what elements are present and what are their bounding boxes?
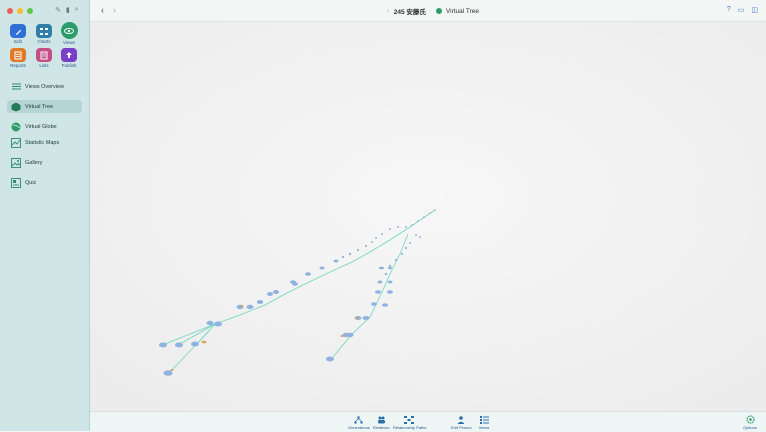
- options-button[interactable]: Options: [742, 415, 758, 430]
- window-controls: [7, 8, 33, 14]
- sidebar-toolbar: ✎ ▮ ⌕: [55, 6, 79, 14]
- relationship-paths-button[interactable]: Relationship Paths: [393, 415, 427, 430]
- module-label: Views: [63, 40, 75, 45]
- view-icon: [435, 8, 442, 14]
- module-reports[interactable]: Reports: [8, 48, 28, 68]
- pin-icon[interactable]: ✎: [55, 6, 61, 14]
- module-label: Lists: [39, 63, 49, 68]
- sidebar: ✎ ▮ ⌕ Edit Charts Views Reports Lists Pu…: [0, 0, 90, 431]
- tree-cube-icon: [11, 102, 21, 112]
- module-lists[interactable]: Lists: [34, 48, 54, 68]
- list-icon: [11, 82, 21, 92]
- edit-person-label: Edit Person: [451, 425, 472, 430]
- reports-icon: [10, 48, 26, 62]
- publish-icon: [61, 48, 77, 62]
- quiz-icon: [11, 177, 21, 188]
- generations-icon: [348, 415, 368, 424]
- generations-label: Generations: [348, 425, 370, 430]
- sidebar-item-label: Virtual Tree: [25, 103, 54, 110]
- sidebar-item-gallery[interactable]: Gallery: [7, 156, 82, 169]
- virtual-tree-canvas[interactable]: [90, 22, 766, 411]
- eye-icon: [60, 22, 78, 39]
- bookmark-icon[interactable]: ▮: [66, 6, 70, 14]
- options-label: Options: [743, 425, 757, 430]
- module-charts[interactable]: Charts: [34, 24, 54, 44]
- image-icon: [11, 157, 21, 168]
- sidebar-item-virtual-globe[interactable]: Virtual Globe: [7, 120, 82, 133]
- sidebar-item-label: Virtual Globe: [25, 123, 57, 130]
- map-icon: [11, 137, 21, 148]
- window-title: ♀ 245 安藤氏 Virtual Tree: [386, 6, 480, 17]
- bottom-toolbar: Generations Relatives Relationship Paths…: [90, 411, 766, 432]
- sidebar-item-statistic-maps[interactable]: Statistic Maps: [7, 136, 82, 149]
- module-edit[interactable]: Edit: [8, 24, 28, 44]
- module-publish[interactable]: Publish: [59, 48, 79, 68]
- relatives-label: Relatives: [373, 425, 390, 430]
- module-label: Publish: [61, 63, 77, 68]
- person-icon: [451, 415, 471, 424]
- module-label: Edit: [14, 39, 22, 44]
- back-button[interactable]: ‹: [101, 5, 104, 15]
- gear-icon: [742, 415, 758, 424]
- module-views[interactable]: Views: [59, 22, 79, 45]
- views-label: Views: [478, 425, 490, 430]
- sidebar-item-label: Statistic Maps: [25, 139, 60, 146]
- generations-button[interactable]: Generations: [348, 415, 370, 430]
- relatives-icon: [373, 415, 389, 424]
- sidebar-item-quiz[interactable]: Quiz: [7, 176, 82, 189]
- person-icon: ♀: [386, 8, 390, 14]
- module-label: Reports: [10, 63, 26, 68]
- zoom-window-button[interactable]: [27, 8, 33, 14]
- search-icon[interactable]: ⌕: [75, 6, 79, 14]
- sidebar-toggle-icon[interactable]: ◫: [751, 6, 758, 14]
- close-window-button[interactable]: [7, 8, 13, 14]
- sidebar-item-virtual-tree[interactable]: Virtual Tree: [7, 100, 82, 113]
- charts-icon: [36, 24, 52, 38]
- module-label: Charts: [37, 39, 51, 44]
- tree-graph: [90, 22, 766, 411]
- lists-icon: [36, 48, 52, 62]
- sidebar-item-label: Quiz: [25, 179, 37, 186]
- active-view: Virtual Tree: [445, 7, 480, 15]
- globe-icon: [11, 122, 21, 132]
- relatives-button[interactable]: Relatives: [373, 415, 389, 430]
- sidebar-item-label: Views Overview: [25, 83, 65, 90]
- window-icon[interactable]: ▭: [738, 6, 745, 14]
- views-button[interactable]: Views: [477, 415, 491, 430]
- relationship-paths-label: Relationship Paths: [393, 425, 427, 430]
- edit-icon: [10, 24, 26, 38]
- views-icon: [477, 415, 491, 424]
- sidebar-item-views-overview[interactable]: Views Overview: [7, 80, 82, 93]
- sidebar-item-label: Gallery: [25, 159, 43, 166]
- active-person[interactable]: 245 安藤氏: [394, 6, 426, 16]
- window-toolbar: ? ▭ ◫: [727, 6, 758, 14]
- forward-button[interactable]: ›: [113, 5, 116, 15]
- help-icon[interactable]: ?: [727, 6, 731, 14]
- title-bar: ‹ › ♀ 245 安藤氏 Virtual Tree ? ▭ ◫: [90, 0, 766, 22]
- edit-person-button[interactable]: Edit Person: [451, 415, 472, 430]
- minimize-window-button[interactable]: [17, 8, 23, 14]
- relationship-paths-icon: [393, 415, 425, 424]
